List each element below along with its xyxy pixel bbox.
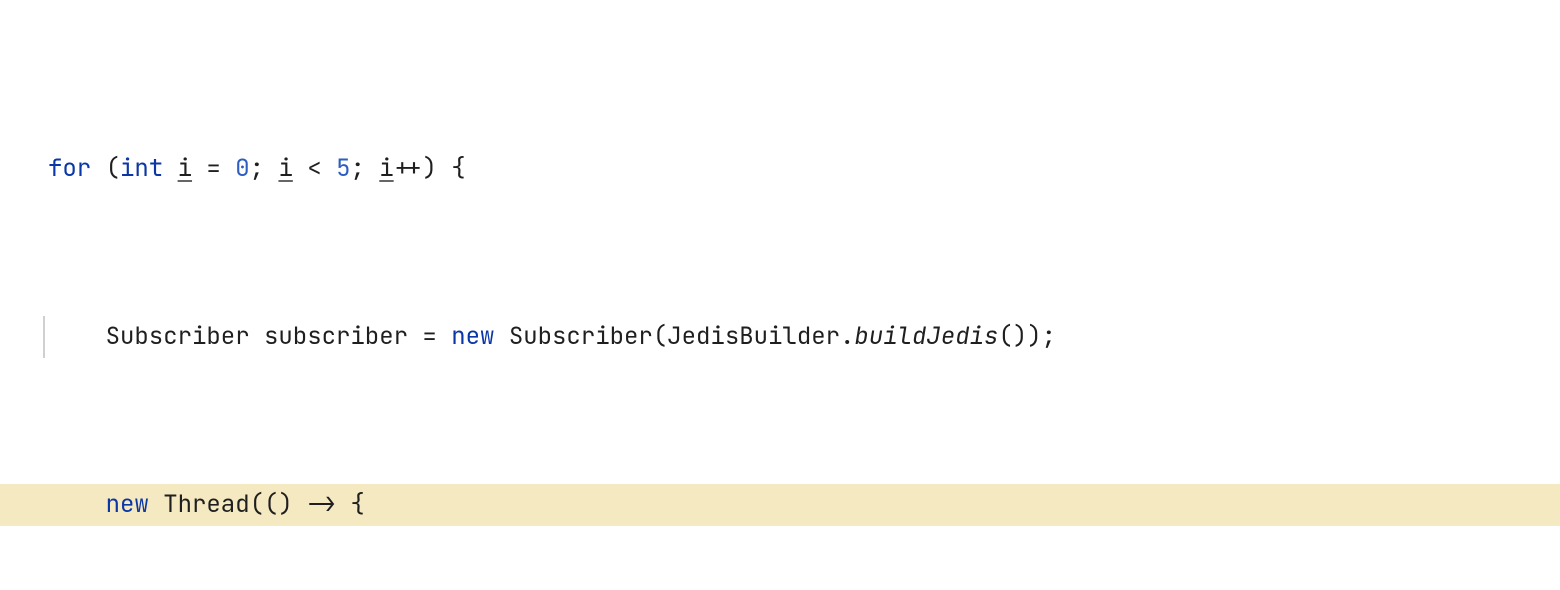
code-line: Subscriber subscriber = new Subscriber(J…	[0, 316, 1560, 358]
var-i: i	[278, 153, 292, 184]
var-i: i	[379, 153, 393, 184]
code-line: new Thread(() -> {	[0, 484, 1560, 526]
keyword-int: int	[120, 153, 163, 184]
keyword-new: new	[451, 321, 494, 352]
subscriber-decl: Subscriber subscriber =	[106, 321, 452, 352]
num-5: 5	[336, 153, 350, 184]
num-0: 0	[235, 153, 249, 184]
caret-gutter	[43, 316, 45, 358]
code-editor[interactable]: for (int i = 0; i < 5; i++) { Subscriber…	[0, 0, 1560, 590]
keyword-new: new	[106, 489, 149, 520]
var-i: i	[178, 153, 192, 184]
method-buildJedis: buildJedis	[854, 321, 998, 352]
keyword-for: for	[48, 153, 91, 184]
code-line: for (int i = 0; i < 5; i++) {	[0, 148, 1560, 190]
